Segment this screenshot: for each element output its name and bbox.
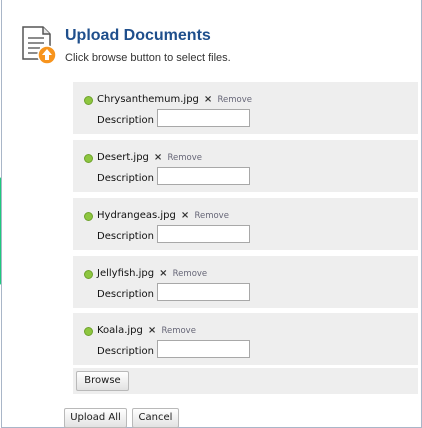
file-name-row: Jellyfish.jpg × Remove [97, 268, 207, 279]
status-dot-icon [84, 96, 93, 105]
file-item: Koala.jpg × Remove Description : [73, 313, 418, 365]
status-dot-icon [84, 212, 93, 221]
browse-row: Browse [73, 368, 418, 394]
page-subtitle: Click browse button to select files. [65, 52, 231, 64]
status-dot-icon [84, 270, 93, 279]
remove-x-icon[interactable]: × [148, 325, 156, 336]
page-title: Upload Documents [65, 27, 211, 44]
description-label: Description : [97, 231, 161, 242]
description-input[interactable] [157, 167, 250, 185]
file-name: Koala.jpg [97, 325, 143, 336]
file-name: Chrysanthemum.jpg [97, 94, 199, 105]
cancel-button[interactable]: Cancel [132, 408, 179, 428]
description-label: Description : [97, 346, 161, 357]
document-upload-icon [22, 26, 57, 65]
file-name: Hydrangeas.jpg [97, 210, 176, 221]
description-label: Description : [97, 173, 161, 184]
upload-documents-panel: Upload Documents Click browse button to … [1, 0, 422, 428]
remove-x-icon[interactable]: × [204, 94, 212, 105]
file-name-row: Koala.jpg × Remove [97, 325, 196, 336]
file-name-row: Chrysanthemum.jpg × Remove [97, 94, 252, 105]
remove-link[interactable]: Remove [194, 211, 229, 221]
remove-x-icon[interactable]: × [181, 210, 189, 221]
description-label: Description : [97, 115, 161, 126]
remove-link[interactable]: Remove [161, 326, 196, 336]
remove-x-icon[interactable]: × [159, 268, 167, 279]
browse-button[interactable]: Browse [76, 371, 129, 391]
status-dot-icon [84, 327, 93, 336]
file-item: Desert.jpg × Remove Description : [73, 140, 418, 192]
remove-link[interactable]: Remove [173, 269, 208, 279]
file-name-row: Hydrangeas.jpg × Remove [97, 210, 229, 221]
status-dot-icon [84, 154, 93, 163]
description-label: Description : [97, 289, 161, 300]
file-item: Jellyfish.jpg × Remove Description : [73, 256, 418, 308]
description-input[interactable] [157, 283, 250, 301]
file-item: Chrysanthemum.jpg × Remove Description : [73, 82, 418, 134]
file-name-row: Desert.jpg × Remove [97, 152, 202, 163]
description-input[interactable] [157, 340, 250, 358]
remove-x-icon[interactable]: × [154, 152, 162, 163]
remove-link[interactable]: Remove [218, 95, 253, 105]
description-input[interactable] [157, 109, 250, 127]
description-input[interactable] [157, 225, 250, 243]
file-name: Desert.jpg [97, 152, 149, 163]
upload-all-button[interactable]: Upload All [64, 408, 127, 428]
file-name: Jellyfish.jpg [97, 268, 155, 279]
remove-link[interactable]: Remove [167, 153, 202, 163]
file-item: Hydrangeas.jpg × Remove Description : [73, 198, 418, 250]
